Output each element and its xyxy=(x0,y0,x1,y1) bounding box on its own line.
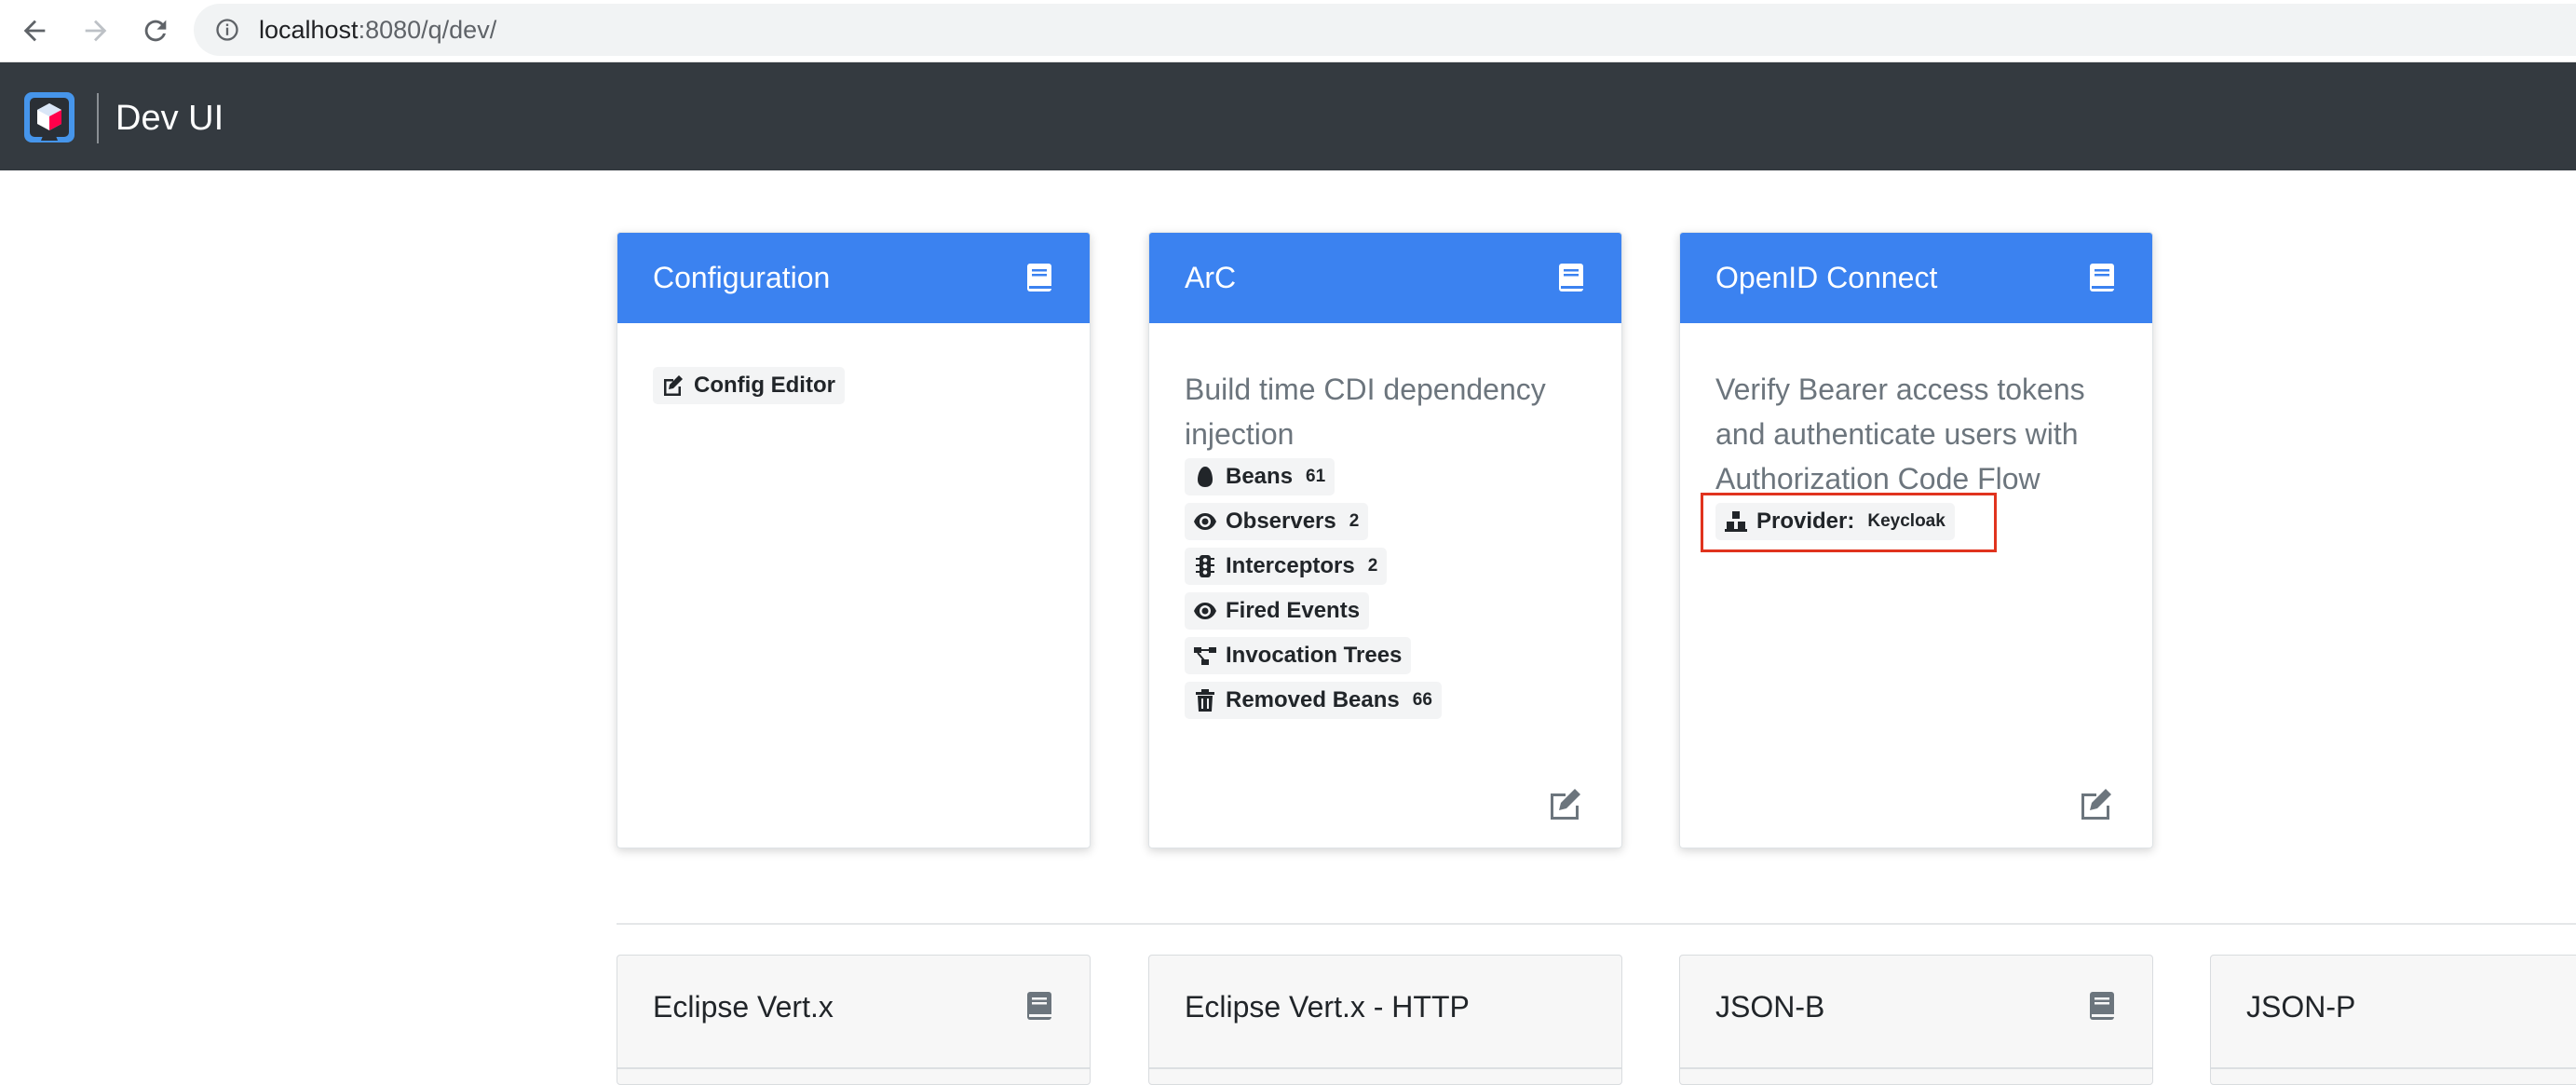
info-icon[interactable] xyxy=(214,17,240,43)
trash-icon xyxy=(1192,688,1218,712)
app-header: Dev UI xyxy=(0,62,2576,170)
card-title: Eclipse Vert.x - HTTP xyxy=(1185,990,1470,1024)
interceptors-link[interactable]: Interceptors 2 xyxy=(1185,548,1388,585)
edit-icon xyxy=(660,373,686,398)
header-separator xyxy=(1149,1067,1621,1069)
edit-icon[interactable] xyxy=(2080,788,2115,820)
browser-toolbar: localhost:8080/q/dev/ xyxy=(0,0,2576,62)
edit-icon[interactable] xyxy=(1549,788,1584,820)
card-arc: ArC Build time CDI dependency injection … xyxy=(1148,232,1622,848)
book-icon[interactable] xyxy=(1026,263,1052,292)
reload-icon xyxy=(144,20,167,42)
card-header: OpenID Connect xyxy=(1680,233,2152,323)
header-separator xyxy=(2211,1067,2576,1069)
fired-events-link[interactable]: Fired Events xyxy=(1185,592,1370,630)
book-icon[interactable] xyxy=(2089,991,2115,1021)
eye-icon xyxy=(1192,509,1218,534)
address-bar[interactable]: localhost:8080/q/dev/ xyxy=(194,4,2576,56)
arrow-left-icon xyxy=(23,20,46,42)
url-text[interactable]: localhost:8080/q/dev/ xyxy=(259,15,496,45)
link-label: Observers xyxy=(1226,509,1336,534)
reload-button[interactable] xyxy=(134,9,177,52)
count-badge: 2 xyxy=(1349,511,1360,531)
back-button[interactable] xyxy=(13,9,56,52)
section-divider xyxy=(617,923,2576,925)
link-label: Beans xyxy=(1226,464,1294,489)
card-description: Build time CDI dependency injection xyxy=(1185,373,1546,451)
header-separator xyxy=(1680,1067,2152,1069)
arrow-right-icon xyxy=(85,20,107,42)
card-description: Verify Bearer access tokens and authenti… xyxy=(1715,373,2085,495)
invocation-trees-link[interactable]: Invocation Trees xyxy=(1185,637,1412,674)
observers-link[interactable]: Observers 2 xyxy=(1185,503,1369,540)
card-title: OpenID Connect xyxy=(1715,261,1938,294)
removed-beans-link[interactable]: Removed Beans 66 xyxy=(1185,682,1442,719)
card-title: JSON-B xyxy=(1715,990,1825,1024)
count-badge: 66 xyxy=(1412,690,1432,710)
project-diagram-icon xyxy=(1192,644,1218,668)
card-configuration: Configuration Config Editor xyxy=(617,232,1091,848)
card-title: Configuration xyxy=(653,261,831,294)
beans-link[interactable]: Beans 61 xyxy=(1185,458,1335,495)
header-separator xyxy=(617,1067,1090,1069)
logo-divider xyxy=(97,93,99,143)
card-title: ArC xyxy=(1185,261,1237,294)
bean-icon xyxy=(1192,465,1218,489)
url-host: localhost xyxy=(259,16,359,44)
card-title: Eclipse Vert.x xyxy=(653,990,834,1024)
count-badge: 2 xyxy=(1367,556,1378,576)
highlight-annotation xyxy=(1701,493,1997,552)
link-label: Fired Events xyxy=(1226,598,1361,623)
link-label: Config Editor xyxy=(694,373,835,398)
quarkus-logo-icon[interactable] xyxy=(22,90,76,144)
link-label: Removed Beans xyxy=(1226,687,1400,712)
app-title: Dev UI xyxy=(115,99,224,138)
card-json-b: JSON-B xyxy=(1679,955,2153,1085)
card-header: ArC xyxy=(1149,233,1621,323)
eye-icon xyxy=(1192,599,1218,623)
card-eclipse-vertx: Eclipse Vert.x xyxy=(617,955,1091,1085)
card-eclipse-vertx-http: Eclipse Vert.x - HTTP xyxy=(1148,955,1622,1085)
url-path: :8080/q/dev/ xyxy=(358,16,497,44)
card-json-p: JSON-P xyxy=(2210,955,2576,1085)
link-label: Interceptors xyxy=(1226,553,1355,578)
config-editor-link[interactable]: Config Editor xyxy=(653,367,845,404)
forward-button[interactable] xyxy=(75,9,117,52)
count-badge: 61 xyxy=(1306,467,1326,486)
link-label: Invocation Trees xyxy=(1226,643,1403,668)
card-title: JSON-P xyxy=(2246,990,2356,1024)
card-header: Configuration xyxy=(617,233,1090,323)
book-icon[interactable] xyxy=(1026,991,1052,1021)
book-icon[interactable] xyxy=(1558,263,1584,292)
traffic-light-icon xyxy=(1192,554,1218,578)
book-icon[interactable] xyxy=(2089,263,2115,292)
